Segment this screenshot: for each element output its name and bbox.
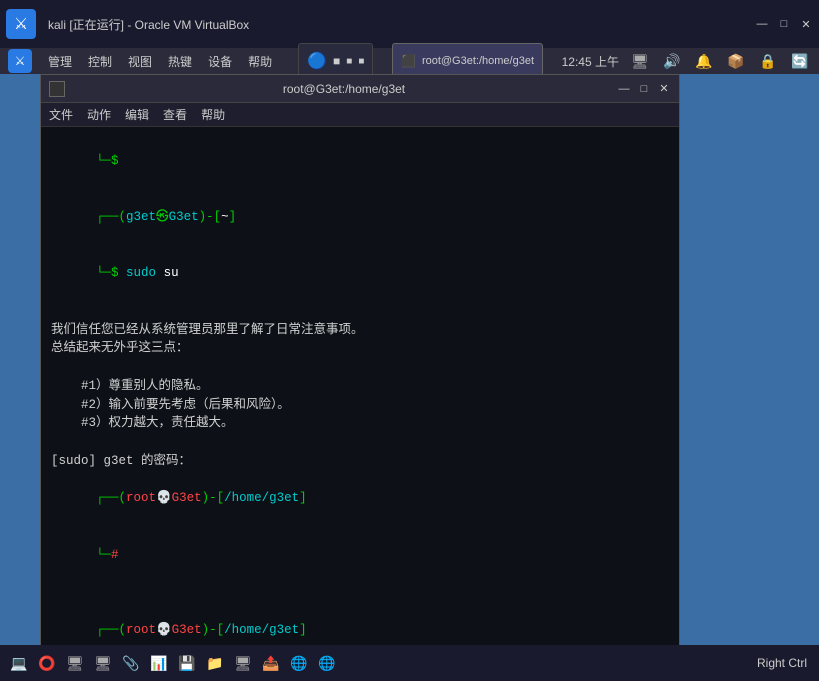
bottom-icon-1: 💻	[8, 652, 30, 674]
line-root-hash1: └─#	[51, 527, 669, 583]
line-sudo-cmd: └─$ sudo su	[51, 246, 669, 302]
line-rule1: #1）尊重别人的隐私。	[51, 377, 669, 396]
bottom-icon-7: 💾	[176, 652, 198, 674]
refresh-icon: 🔄	[789, 50, 811, 72]
os-minimize-btn[interactable]: —	[755, 17, 769, 31]
terminal-restore[interactable]: □	[637, 82, 651, 96]
taskbar-bottom: 💻 ⭕ 🖥 🖥 📎 📊 💾 📁 🖥 📤 🌐 🌐 Right Ctrl	[0, 645, 819, 681]
menu-manage[interactable]: 管理	[48, 53, 72, 70]
kali-small-logo: ⚔	[8, 49, 32, 73]
speaker-icon: 🔊	[661, 50, 683, 72]
bottom-icons-left: 💻 ⭕ 🖥 🖥 📎 📊 💾 📁 🖥 📤 🌐 🌐	[8, 652, 338, 674]
wm-help[interactable]: 帮助	[201, 106, 225, 123]
wm-file[interactable]: 文件	[49, 106, 73, 123]
bottom-icon-6: 📊	[148, 652, 170, 674]
terminal-minimize[interactable]: —	[617, 82, 631, 96]
line-init-prompt: └─$	[51, 133, 669, 189]
terminal-btn-label: ■	[346, 56, 352, 67]
bottom-icon-12: 🌐	[316, 652, 338, 674]
menu-control[interactable]: 控制	[88, 53, 112, 70]
terminal-btn-icon: ■	[333, 54, 340, 68]
bottom-icon-3: 🖥	[64, 652, 86, 674]
bell-icon: 🔔	[693, 50, 715, 72]
terminal-title-icon	[49, 81, 65, 97]
terminal-title-text: root@G3et:/home/g3et	[71, 82, 617, 96]
kali-logo: ⚔	[6, 9, 36, 39]
line-rule3: #3）权力越大，责任越大。	[51, 414, 669, 433]
right-ctrl-label: Right Ctrl	[757, 654, 811, 672]
lock-icon: 🔒	[757, 50, 779, 72]
terminal-menubar: 文件 动作 编辑 查看 帮助	[41, 103, 679, 127]
terminal-icon: ⬛	[401, 54, 416, 68]
line-blank3	[51, 433, 669, 452]
terminal-window-title: root@G3et:/home/g3et	[422, 55, 534, 67]
line-msg1: 我们信任您已经从系统管理员那里了解了日常注意事项。	[51, 321, 669, 340]
wm-edit[interactable]: 编辑	[125, 106, 149, 123]
menu-help[interactable]: 帮助	[248, 53, 272, 70]
usb-icon: 📦	[725, 50, 747, 72]
screen-icon: 🖥	[629, 50, 651, 72]
os-title: kali [正在运行] - Oracle VM VirtualBox	[40, 16, 751, 33]
line-sudo: ┌──(g3et㉿G3et)-[~]	[51, 189, 669, 245]
terminal-window: root@G3et:/home/g3et — □ ✕ 文件 动作 编辑 查看 帮…	[40, 74, 680, 654]
line-root-prompt1: ┌──(root💀G3et)-[/home/g3et]	[51, 471, 669, 527]
terminal-titlebar: root@G3et:/home/g3et — □ ✕	[41, 75, 679, 103]
wm-view[interactable]: 查看	[163, 106, 187, 123]
menu-view[interactable]: 视图	[128, 53, 152, 70]
terminal-window-controls: — □ ✕	[617, 82, 671, 96]
menu-hotkey[interactable]: 热键	[168, 53, 192, 70]
bottom-icon-11: 🌐	[288, 652, 310, 674]
bottom-icon-9: 🖥	[232, 652, 254, 674]
bottom-icon-8: 📁	[204, 652, 226, 674]
os-restore-btn[interactable]: □	[777, 17, 791, 31]
terminal-close[interactable]: ✕	[657, 82, 671, 96]
bottom-icon-10: 📤	[260, 652, 282, 674]
bottom-icon-2: ⭕	[36, 652, 58, 674]
clock: 12:45 上午	[562, 53, 619, 70]
os-menubar: ⚔ 管理 控制 视图 热键 设备 帮助 🔵 ■ ■ ■ ⬛ root@G3et:…	[0, 48, 819, 74]
line-rule2: #2）输入前要先考虑（后果和风险）。	[51, 396, 669, 415]
os-window-controls: — □ ✕	[755, 17, 813, 31]
os-close-btn[interactable]: ✕	[799, 17, 813, 31]
wm-action[interactable]: 动作	[87, 106, 111, 123]
line-password-prompt: [sudo] g3et 的密码：	[51, 452, 669, 471]
line-blank1	[51, 302, 669, 321]
bottom-icon-5: 📎	[120, 652, 142, 674]
bottom-icon-4: 🖥	[92, 652, 114, 674]
terminal-output[interactable]: └─$ ┌──(g3et㉿G3et)-[~] └─$ sudo su 我们信任您…	[41, 127, 679, 653]
right-ctrl-text: Right Ctrl	[757, 656, 811, 670]
line-blank4	[51, 583, 669, 602]
menu-device[interactable]: 设备	[208, 53, 232, 70]
os-titlebar: ⚔ kali [正在运行] - Oracle VM VirtualBox — □…	[0, 0, 819, 48]
terminal-btn-label2: ■	[358, 56, 364, 67]
line-blank2	[51, 358, 669, 377]
line-msg2: 总结起来无外乎这三点：	[51, 339, 669, 358]
